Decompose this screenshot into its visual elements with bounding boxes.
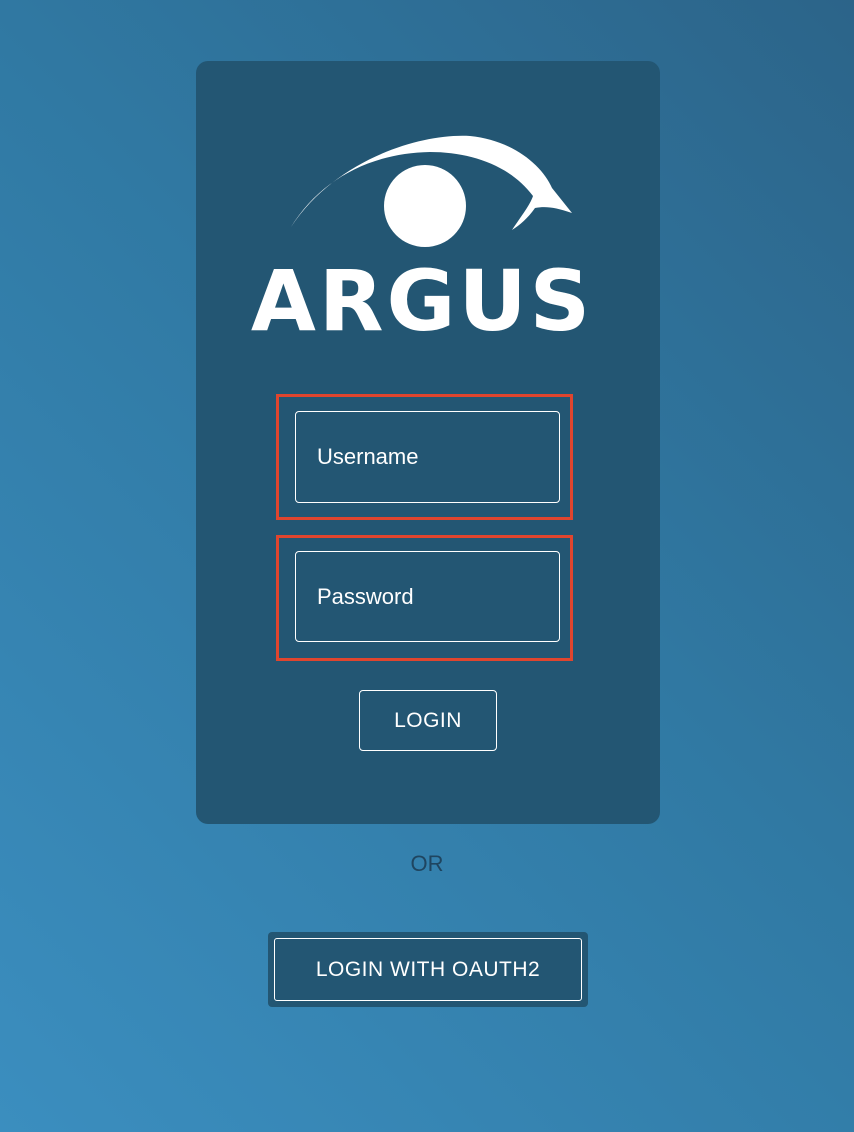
login-with-oauth2-button[interactable]: LOGIN WITH OAUTH2 bbox=[274, 938, 582, 1001]
username-input[interactable] bbox=[295, 411, 560, 503]
or-separator: OR bbox=[410, 851, 444, 876]
argus-logo: ARGUS bbox=[0, 120, 854, 340]
eye-logo-icon: ARGUS bbox=[251, 135, 593, 340]
oauth-button-container: LOGIN WITH OAUTH2 bbox=[268, 932, 588, 1007]
argus-wordmark: ARGUS bbox=[251, 252, 593, 340]
password-input[interactable] bbox=[295, 551, 560, 642]
login-button[interactable]: LOGIN bbox=[359, 690, 497, 751]
